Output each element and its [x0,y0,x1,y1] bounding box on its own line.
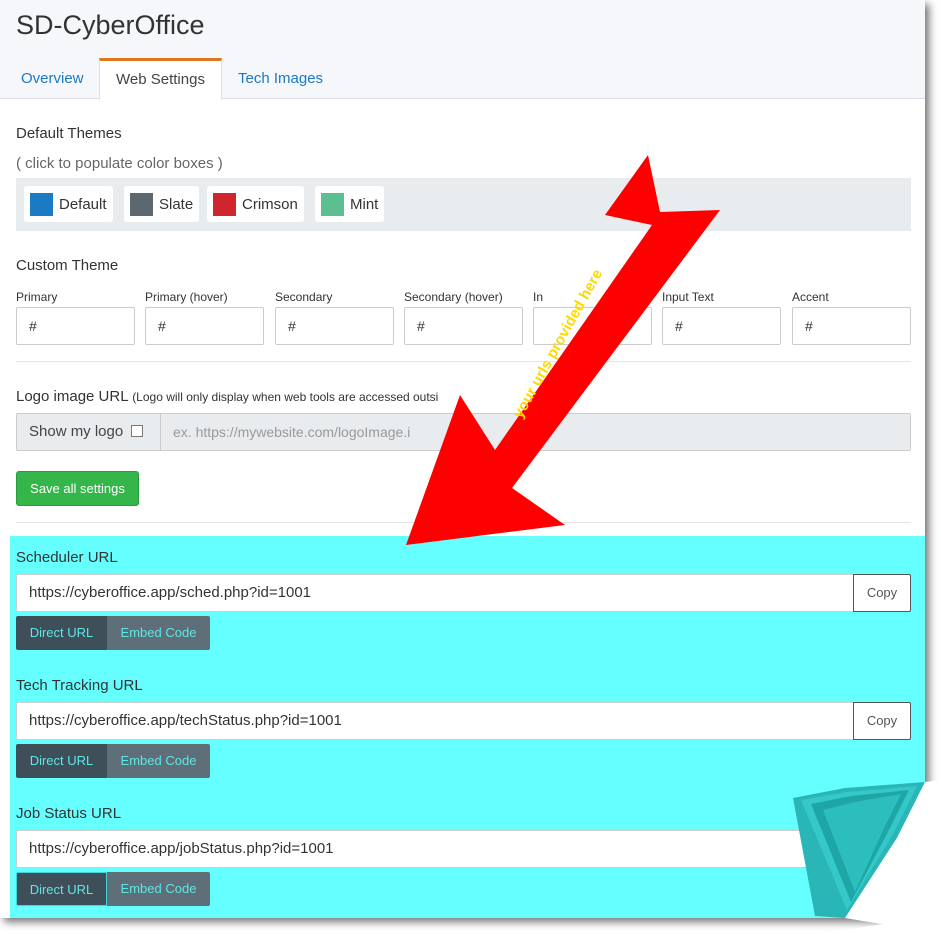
scheduler-copy-button[interactable]: Copy [853,574,911,612]
theme-slate-button[interactable]: Slate [124,186,200,222]
swatch-mint [321,192,344,216]
logo-url-label: Logo image URL (Logo will only display w… [16,388,438,405]
tab-tech-images[interactable]: Tech Images [222,58,339,99]
theme-crimson-label: Crimson [242,195,298,213]
swatch-default [30,192,53,216]
job-status-url-field[interactable]: https://cyberoffice.app/jobStatus.php?id… [16,830,911,868]
theme-mint-button[interactable]: Mint [315,186,385,222]
save-all-settings-button[interactable]: Save all settings [16,471,139,506]
scheduler-url-field[interactable]: https://cyberoffice.app/sched.php?id=100… [16,574,854,612]
default-themes-title: Default Themes [16,125,122,142]
primary-hover-color-input[interactable]: # [145,307,264,345]
theme-crimson-button[interactable]: Crimson [207,186,304,222]
show-logo-label: Show my logo [29,423,124,440]
input-text-color-input[interactable]: # [662,307,781,345]
job-status-embed-code-button[interactable]: Embed Code [107,872,210,906]
theme-picker: Default Slate Crimson Mint [16,178,911,231]
tech-tracking-embed-code-button[interactable]: Embed Code [107,744,210,778]
tech-tracking-copy-button[interactable]: Copy [853,702,911,740]
input-text-label: Input Text [662,290,714,304]
theme-default-label: Default [59,195,107,213]
default-themes-hint: ( click to populate color boxes ) [16,155,223,172]
primary-color-input[interactable]: # [16,307,135,345]
secondary-label: Secondary [275,290,333,304]
divider [16,361,911,362]
tech-tracking-direct-url-button[interactable]: Direct URL [16,744,107,778]
accent-color-input[interactable]: # [792,307,911,345]
scheduler-url-label: Scheduler URL [16,549,118,566]
secondary-hover-label: Secondary (hover) [404,290,503,304]
primary-hover-label: Primary (hover) [145,290,228,304]
divider [16,522,911,523]
scheduler-direct-url-button[interactable]: Direct URL [16,616,107,650]
custom-theme-title: Custom Theme [16,257,119,274]
primary-label: Primary [16,290,58,304]
tab-overview[interactable]: Overview [5,58,100,99]
tab-web-settings[interactable]: Web Settings [99,58,222,100]
input-bg-label: In [533,290,544,304]
tech-tracking-url-label: Tech Tracking URL [16,677,143,694]
scheduler-embed-code-button[interactable]: Embed Code [107,616,210,650]
logo-url-note: (Logo will only display when web tools a… [132,390,439,404]
app-title: SD-CyberOffice [16,10,205,40]
logo-url-input[interactable]: ex. https://mywebsite.com/logoImage.i [173,414,410,450]
tech-tracking-url-field[interactable]: https://cyberoffice.app/techStatus.php?i… [16,702,854,740]
app-window: SD-CyberOffice Overview Web Settings Tec… [0,0,925,918]
swatch-slate [130,192,153,216]
show-logo-checkbox[interactable] [131,425,144,437]
input-bg-color-input[interactable] [533,307,652,345]
theme-default-button[interactable]: Default [24,186,113,222]
page-header: SD-CyberOffice Overview Web Settings Tec… [0,0,925,100]
secondary-hover-color-input[interactable]: # [404,307,523,345]
logo-url-title: Logo image URL [16,388,129,405]
job-status-url-label: Job Status URL [16,805,122,822]
theme-mint-label: Mint [350,195,379,213]
secondary-color-input[interactable]: # [275,307,394,345]
accent-label: Accent [792,290,829,304]
job-status-direct-url-button[interactable]: Direct URL [16,872,107,906]
show-logo-toggle[interactable]: Show my logo [17,414,161,450]
logo-url-group: Show my logo ex. https://mywebsite.com/l… [16,413,911,451]
swatch-crimson [213,192,236,216]
theme-slate-label: Slate [159,195,194,213]
